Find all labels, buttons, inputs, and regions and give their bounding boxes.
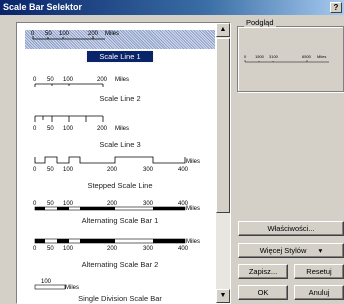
- tick-label: 100: [59, 31, 70, 37]
- tick-label: 0: [31, 31, 35, 37]
- tick-label: 200: [107, 201, 118, 207]
- scroll-down-icon: ▼: [219, 292, 227, 299]
- tick-label: 50: [47, 201, 54, 207]
- more-styles-button[interactable]: Więcej Stylów ▾: [238, 243, 344, 258]
- tick-label: 0: [33, 77, 37, 83]
- tick-label: 300: [143, 167, 154, 173]
- preview-tick-label: 0: [244, 54, 247, 59]
- tick-label: Miles: [105, 31, 119, 37]
- scale-line-1-preview: 0 50 100 200 Miles: [31, 31, 119, 40]
- preview-tick-label: Miles: [317, 54, 326, 59]
- tick-label: 200: [107, 246, 118, 252]
- help-button[interactable]: ?: [330, 2, 342, 13]
- tick-label: 400: [178, 246, 189, 252]
- tick-label: 100: [63, 126, 74, 132]
- tick-label: Miles: [65, 285, 79, 291]
- alternating-scale-bar-2-preview: 0 50 100 200 300 400 Miles: [33, 238, 200, 252]
- tick-label: 50: [47, 167, 54, 173]
- tick-label: Miles: [115, 77, 129, 83]
- tick-label: Miles: [115, 126, 129, 132]
- preview-tick-label: 1500: [255, 54, 265, 59]
- reset-button[interactable]: Resetuj: [294, 264, 344, 279]
- tick-label: 200: [97, 77, 108, 83]
- title-bar: Scale Bar Selektor ?: [0, 0, 344, 15]
- tick-label: Miles: [186, 206, 200, 212]
- scroll-down-button[interactable]: ▼: [216, 289, 230, 303]
- tick-label: 100: [41, 279, 52, 285]
- item-label-selected: Scale Line 1: [86, 50, 154, 63]
- tick-label: 200: [97, 126, 108, 132]
- tick-label: 0: [33, 246, 37, 252]
- cancel-button[interactable]: Anuluj: [294, 285, 344, 300]
- item-label: Scale Line 2: [99, 94, 141, 103]
- scale-line-2-preview: 0 50 100 200 Miles: [33, 77, 129, 87]
- preview-group-label: Podgląd: [244, 18, 276, 27]
- tick-label: 0: [33, 126, 37, 132]
- tick-label: 50: [47, 246, 54, 252]
- item-label: Alternating Scale Bar 2: [81, 260, 159, 269]
- tick-label: 100: [63, 77, 74, 83]
- more-styles-label: Więcej Stylów: [259, 246, 307, 255]
- scale-line-3-preview: 0 50 100 200 Miles: [33, 115, 129, 132]
- tick-label: 50: [47, 126, 54, 132]
- scroll-up-icon: ▲: [219, 26, 227, 33]
- item-label: Alternating Scale Bar 1: [81, 216, 159, 225]
- style-list-items: 0 50 100 200 Miles Scale Line 1 0 50 100…: [17, 23, 216, 303]
- dropdown-icon: ▾: [318, 246, 323, 255]
- tick-label: 100: [63, 246, 74, 252]
- tick-label: 200: [107, 167, 118, 173]
- tick-label: 0: [33, 167, 37, 173]
- preview-scale-bar: 0 1500 3100 6500 Miles: [244, 54, 329, 63]
- tick-label: 50: [45, 31, 52, 37]
- tick-label: 400: [178, 167, 189, 173]
- scroll-thumb[interactable]: [216, 38, 230, 213]
- window-title: Scale Bar Selektor: [3, 2, 83, 12]
- style-list[interactable]: 0 50 100 200 Miles Scale Line 1 0 50 100…: [16, 22, 231, 304]
- ok-button[interactable]: OK: [238, 285, 288, 300]
- scroll-up-button[interactable]: ▲: [216, 23, 230, 37]
- item-label: Scale Line 3: [99, 140, 141, 149]
- single-division-scale-bar-preview: 100 Miles: [34, 279, 79, 291]
- tick-label: 200: [88, 31, 99, 37]
- tick-label: 100: [63, 201, 74, 207]
- properties-button[interactable]: Właściwości...: [238, 221, 344, 236]
- tick-label: 0: [33, 201, 37, 207]
- stepped-scale-line-preview: 0 50 100 200 300 400 Miles: [33, 156, 200, 173]
- save-button[interactable]: Zapisz...: [238, 264, 288, 279]
- alternating-scale-bar-1-preview: 0 50 100 200 300 400 Miles: [33, 201, 200, 212]
- item-label: Stepped Scale Line: [87, 181, 153, 190]
- item-label: Single Division Scale Bar: [78, 294, 162, 303]
- tick-label: 100: [63, 167, 74, 173]
- tick-label: 300: [143, 246, 154, 252]
- preview-tick-label: 6500: [302, 54, 312, 59]
- preview-tick-label: 3100: [269, 54, 279, 59]
- tick-label: Miles: [186, 239, 200, 245]
- tick-label: Miles: [186, 159, 200, 165]
- tick-label: 50: [47, 77, 54, 83]
- tick-label: 300: [143, 201, 154, 207]
- list-scrollbar[interactable]: ▲ ▼: [216, 23, 230, 303]
